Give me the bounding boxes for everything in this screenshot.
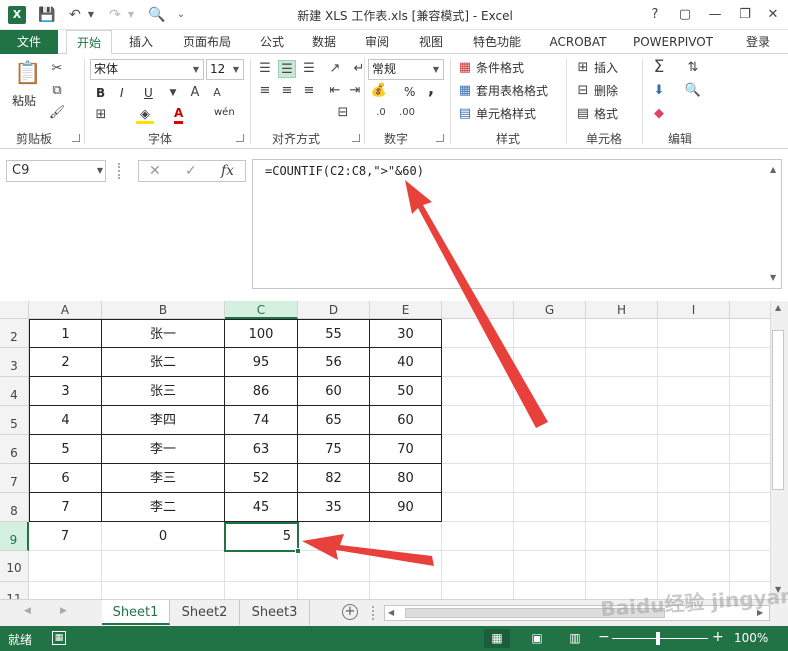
sheet-tab-sheet1[interactable]: Sheet1 <box>102 600 170 625</box>
status-ready: 就绪 <box>8 633 33 647</box>
add-sheet-button[interactable]: + <box>342 604 358 620</box>
page-break-view-icon[interactable]: ▥ <box>562 629 588 648</box>
next-sheet-icon[interactable]: ▶ <box>60 606 67 616</box>
zoom-level[interactable]: 100% <box>734 631 768 645</box>
zoom-slider-thumb[interactable] <box>656 632 660 645</box>
sheet-tab-sheet2[interactable]: Sheet2 <box>170 600 240 625</box>
scroll-left-icon[interactable]: ◀ <box>388 608 394 617</box>
macro-record-icon[interactable]: ▦ <box>52 631 66 645</box>
tab-split-handle[interactable] <box>372 606 375 620</box>
sheet-tab-sheet3[interactable]: Sheet3 <box>240 600 310 625</box>
annotation-arrows <box>302 180 548 566</box>
normal-view-icon[interactable]: ▦ <box>484 629 510 648</box>
zoom-in-button[interactable]: + <box>712 629 724 645</box>
zoom-out-button[interactable]: − <box>598 629 610 645</box>
arrow-to-formula <box>405 180 548 428</box>
zoom-slider-track[interactable] <box>612 638 708 639</box>
page-layout-view-icon[interactable]: ▣ <box>524 629 550 648</box>
status-bar: 就绪 ▦ ▦ ▣ ▥ − + 100% <box>0 626 788 651</box>
prev-sheet-icon[interactable]: ◀ <box>24 606 31 616</box>
arrow-to-result <box>302 534 434 566</box>
